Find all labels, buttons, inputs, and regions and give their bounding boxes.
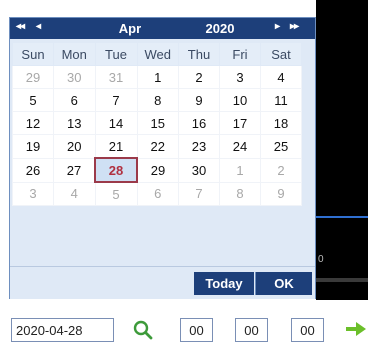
calendar-grid: Sun Mon Tue Wed Thu Fri Sat 29 30 31 1 2…: [12, 42, 302, 206]
day-cell[interactable]: 8: [219, 181, 261, 206]
next-month-icon[interactable]: ▸: [275, 21, 280, 32]
hour-input[interactable]: [180, 318, 213, 342]
day-cell[interactable]: 8: [136, 88, 179, 112]
day-cell[interactable]: 6: [136, 181, 179, 206]
day-cell[interactable]: 23: [178, 134, 220, 159]
calendar-header: ◂◂ ◂ Apr 2020 ▸ ▸▸: [10, 18, 315, 39]
day-cell[interactable]: 26: [12, 157, 54, 183]
day-cell[interactable]: 10: [219, 88, 261, 112]
calendar-footer: Today OK: [10, 266, 315, 299]
day-cell[interactable]: 20: [53, 134, 96, 159]
weekday-header: Fri: [219, 42, 261, 66]
day-cell[interactable]: 3: [12, 181, 54, 206]
day-cell[interactable]: 5: [94, 181, 138, 206]
day-cell[interactable]: 7: [94, 88, 138, 112]
day-cell[interactable]: 29: [12, 65, 54, 89]
day-cell[interactable]: 19: [12, 134, 54, 159]
day-cell[interactable]: 25: [260, 134, 302, 159]
day-cell[interactable]: 4: [260, 65, 302, 89]
weekday-header: Sun: [12, 42, 54, 66]
background-line: [316, 216, 368, 218]
day-cell[interactable]: 30: [178, 157, 220, 183]
day-cell[interactable]: 14: [94, 111, 138, 135]
day-cell[interactable]: 7: [178, 181, 220, 206]
day-cell[interactable]: 17: [219, 111, 261, 135]
day-cell[interactable]: 21: [94, 134, 138, 159]
day-cell[interactable]: 16: [178, 111, 220, 135]
day-cell[interactable]: 31: [94, 65, 138, 89]
day-cell[interactable]: 12: [12, 111, 54, 135]
day-cell[interactable]: 1: [219, 157, 261, 183]
weekday-header: Tue: [94, 42, 138, 66]
day-cell[interactable]: 15: [136, 111, 179, 135]
background-zero-label: 0: [318, 254, 324, 265]
day-cell[interactable]: 4: [53, 181, 96, 206]
day-cell[interactable]: 3: [219, 65, 261, 89]
search-icon[interactable]: [132, 318, 154, 342]
day-cell[interactable]: 30: [53, 65, 96, 89]
day-cell[interactable]: 9: [260, 181, 302, 206]
ok-button[interactable]: OK: [255, 272, 312, 295]
day-cell[interactable]: 24: [219, 134, 261, 159]
prev-year-icon[interactable]: ◂◂: [16, 21, 25, 32]
month-label[interactable]: Apr: [110, 21, 150, 36]
date-input[interactable]: [11, 318, 114, 342]
day-cell[interactable]: 13: [53, 111, 96, 135]
minute-input[interactable]: [235, 318, 268, 342]
weekday-header: Thu: [178, 42, 220, 66]
day-cell[interactable]: 1: [136, 65, 179, 89]
day-cell[interactable]: 18: [260, 111, 302, 135]
arrow-right-icon[interactable]: [344, 320, 368, 338]
day-cell-selected[interactable]: 28: [94, 157, 138, 183]
day-cell[interactable]: 9: [178, 88, 220, 112]
weekday-header: Mon: [53, 42, 96, 66]
prev-month-icon[interactable]: ◂: [36, 21, 41, 32]
date-picker-popup: ◂◂ ◂ Apr 2020 ▸ ▸▸ Sun Mon Tue Wed Thu F…: [9, 17, 316, 299]
day-cell[interactable]: 2: [178, 65, 220, 89]
day-cell[interactable]: 27: [53, 157, 96, 183]
background-track: [316, 278, 368, 282]
day-cell[interactable]: 2: [260, 157, 302, 183]
day-cell[interactable]: 11: [260, 88, 302, 112]
day-cell[interactable]: 5: [12, 88, 54, 112]
day-cell[interactable]: 6: [53, 88, 96, 112]
weekday-header: Wed: [136, 42, 179, 66]
day-cell[interactable]: 22: [136, 134, 179, 159]
weekday-header: Sat: [260, 42, 302, 66]
second-input[interactable]: [291, 318, 324, 342]
today-button[interactable]: Today: [194, 272, 254, 295]
next-year-icon[interactable]: ▸▸: [290, 21, 299, 32]
year-label[interactable]: 2020: [195, 21, 245, 36]
day-cell[interactable]: 29: [136, 157, 179, 183]
